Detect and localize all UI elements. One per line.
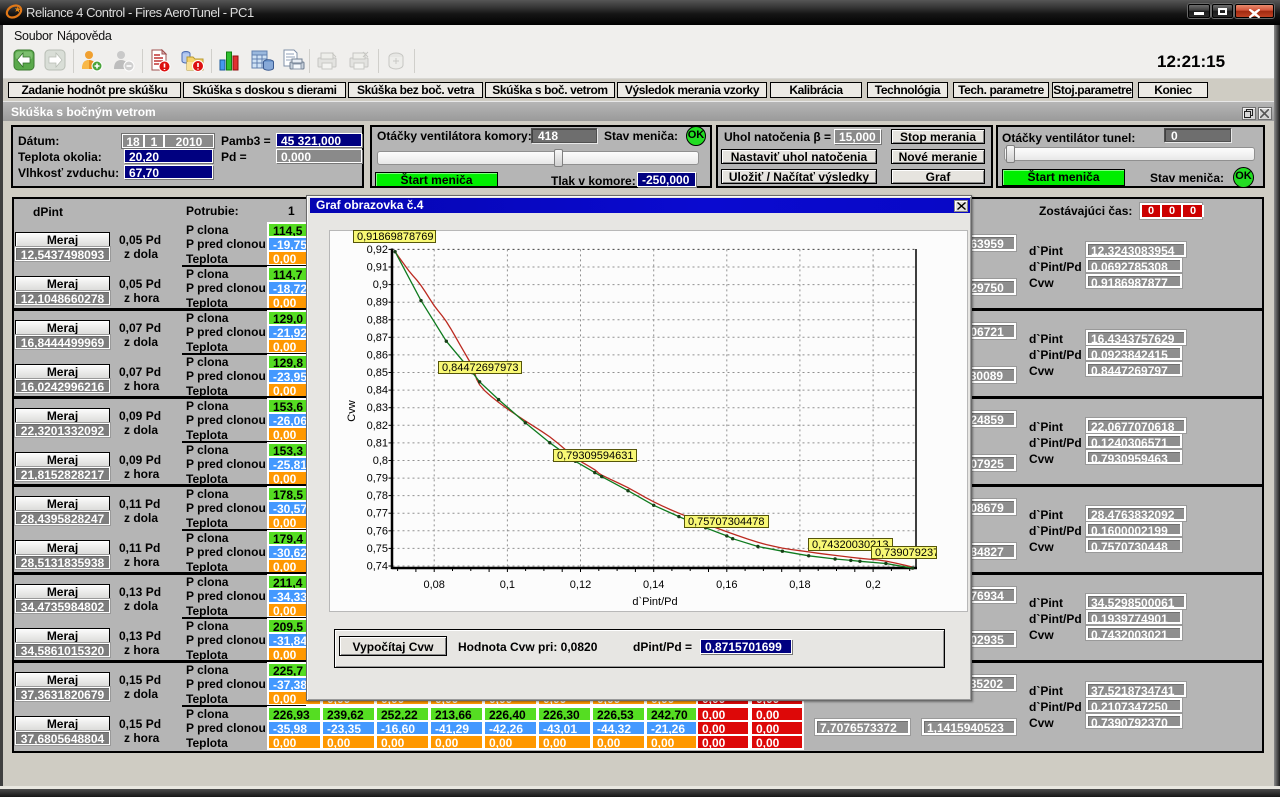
svg-text:d`Pint/Pd: d`Pint/Pd: [632, 596, 677, 608]
svg-text:0,85: 0,85: [367, 367, 388, 379]
svg-text:0,2: 0,2: [865, 579, 880, 591]
svg-text:0,14: 0,14: [643, 579, 664, 591]
svg-text:0,74: 0,74: [367, 561, 388, 573]
svg-text:0,75: 0,75: [367, 543, 388, 555]
svg-text:0,89: 0,89: [367, 297, 388, 309]
svg-text:0,88: 0,88: [367, 314, 388, 326]
svg-text:0,12: 0,12: [570, 579, 591, 591]
svg-text:0,77: 0,77: [367, 508, 388, 520]
svg-text:0,1: 0,1: [500, 579, 515, 591]
svg-text:0,79: 0,79: [367, 473, 388, 485]
svg-text:0,18: 0,18: [789, 579, 810, 591]
svg-text:0,87: 0,87: [367, 332, 388, 344]
svg-text:0,83: 0,83: [367, 402, 388, 414]
svg-text:0,08: 0,08: [423, 579, 444, 591]
svg-text:0,82: 0,82: [367, 420, 388, 432]
svg-text:0,9: 0,9: [373, 279, 388, 291]
svg-text:0,16: 0,16: [716, 579, 737, 591]
svg-text:Cvw: Cvw: [346, 400, 358, 421]
svg-text:0,81: 0,81: [367, 437, 388, 449]
svg-text:0,92: 0,92: [367, 244, 388, 256]
svg-text:0,84: 0,84: [367, 385, 388, 397]
svg-text:0,78: 0,78: [367, 490, 388, 502]
svg-text:0,76: 0,76: [367, 525, 388, 537]
svg-text:0,91: 0,91: [367, 262, 388, 274]
svg-text:0,86: 0,86: [367, 349, 388, 361]
svg-text:0,8: 0,8: [373, 455, 388, 467]
